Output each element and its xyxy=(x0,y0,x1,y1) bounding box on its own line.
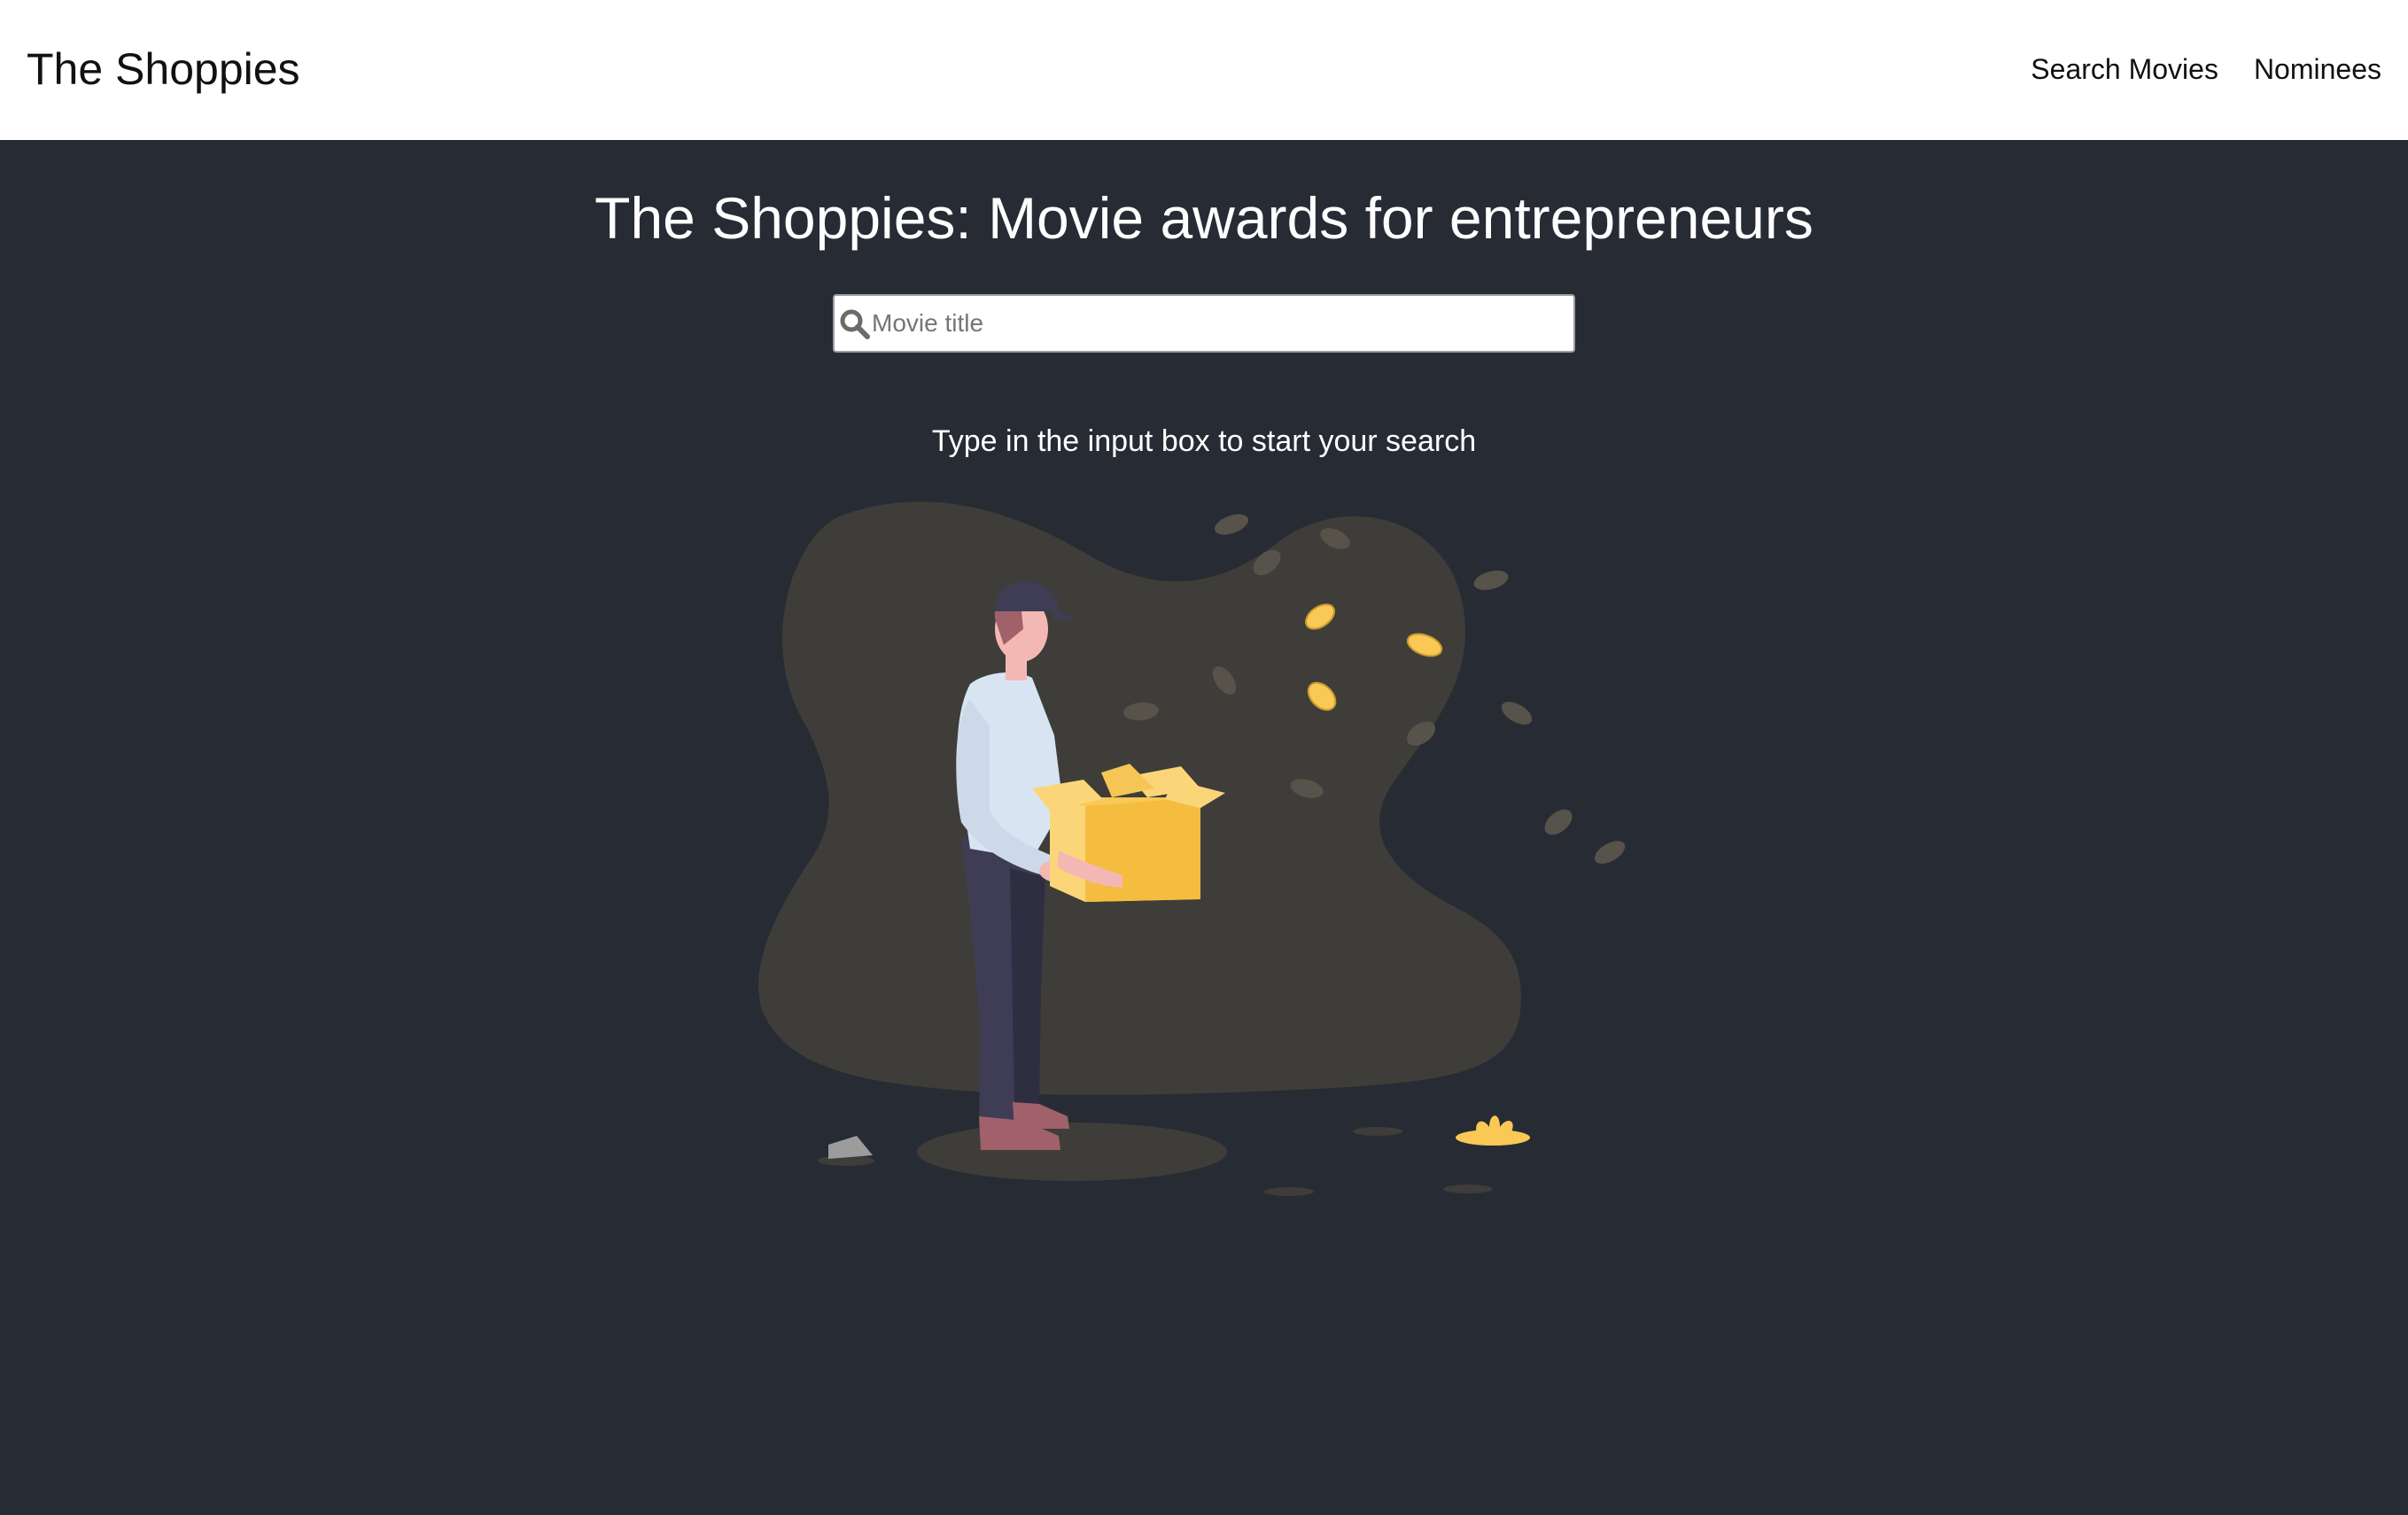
page-title: The Shoppies: Movie awards for entrepren… xyxy=(594,185,1814,251)
search-box xyxy=(833,294,1575,353)
person-holding-open-box-illustration xyxy=(758,501,1626,1196)
brand-logo-link[interactable]: The Shoppies xyxy=(27,43,300,96)
search-hint: Type in the input box to start your sear… xyxy=(931,424,1477,458)
nav-link-search-movies[interactable]: Search Movies xyxy=(2031,51,2218,87)
navbar: The Shoppies Search Movies Nominees xyxy=(0,0,2408,140)
nav-link-nominees[interactable]: Nominees xyxy=(2254,51,2381,87)
nav-links: Search Movies Nominees xyxy=(2031,51,2381,87)
search-icon xyxy=(840,309,870,339)
search-input[interactable] xyxy=(870,296,1572,351)
